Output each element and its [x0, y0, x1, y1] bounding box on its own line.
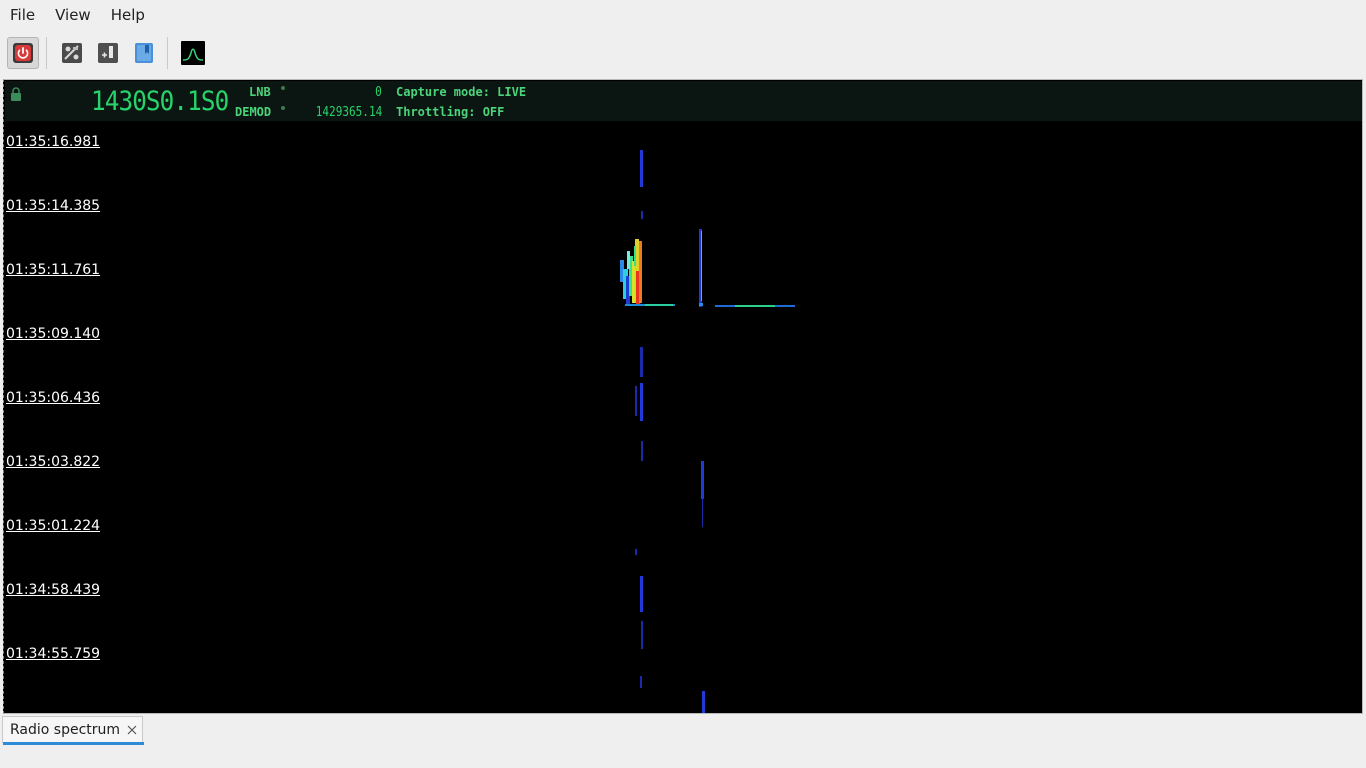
lnb-value[interactable]: 0 — [375, 85, 382, 100]
waterfall-display[interactable]: 01:35:16.981 01:35:14.385 01:35:11.761 0… — [5, 121, 1362, 713]
demod-lock-icon[interactable] — [281, 106, 285, 110]
timestamp-label: 01:35:01.224 — [6, 518, 101, 534]
waterfall-signals — [620, 150, 795, 713]
power-button[interactable] — [7, 37, 39, 69]
lock-icon[interactable] — [10, 87, 22, 101]
demod-label: DEMOD — [235, 105, 272, 119]
menu-view[interactable]: View — [45, 0, 101, 30]
add-bookmark-icon — [98, 43, 118, 63]
bookmarks-button[interactable] — [128, 37, 160, 69]
power-icon — [13, 43, 33, 63]
tab-radio-spectrum[interactable]: Radio spectrum — [2, 716, 144, 745]
timestamp-label: 01:35:14.385 — [6, 198, 101, 214]
timestamp-label: 01:34:58.439 — [6, 582, 101, 598]
capture-mode-status: Capture mode: LIVE — [396, 85, 527, 99]
bookmarks-icon — [135, 43, 153, 63]
tab-bar: Radio spectrum — [0, 716, 1366, 746]
lnb-lock-icon[interactable] — [281, 86, 285, 90]
demod-value[interactable]: 1429365.14 — [315, 105, 382, 120]
add-bookmark-button[interactable] — [92, 37, 124, 69]
settings-button[interactable] — [56, 37, 88, 69]
menu-help[interactable]: Help — [101, 0, 155, 30]
frequency-info-bar: 1430S0.1S0 LNB 0 DEMOD 1429365.14 Captur… — [5, 81, 1362, 121]
tab-label: Radio spectrum — [10, 722, 121, 738]
timestamp-label: 01:35:16.981 — [6, 134, 101, 150]
timestamp-label: 01:35:06.436 — [6, 390, 101, 406]
spectrum-button[interactable] — [177, 37, 209, 69]
menu-bar: File View Help — [0, 0, 1366, 30]
center-frequency-display[interactable]: 1430S0.1S0 — [91, 86, 229, 118]
toolbar-separator — [167, 37, 168, 69]
toolbar-separator — [46, 37, 47, 69]
throttling-status: Throttling: OFF — [396, 105, 505, 119]
menu-file[interactable]: File — [0, 0, 45, 30]
timestamp-label: 01:34:55.759 — [6, 646, 101, 662]
lnb-label: LNB — [249, 85, 271, 99]
timestamp-label: 01:35:11.761 — [6, 262, 101, 278]
toolbar — [0, 32, 1366, 74]
close-icon[interactable] — [126, 724, 138, 736]
tab-active-indicator — [3, 742, 144, 745]
settings-icon — [62, 43, 82, 63]
spectrum-icon — [181, 41, 205, 65]
timestamp-label: 01:35:09.140 — [6, 326, 101, 342]
radio-spectrum-panel: 1430S0.1S0 LNB 0 DEMOD 1429365.14 Captur… — [3, 79, 1363, 714]
timestamp-label: 01:35:03.822 — [6, 454, 101, 470]
